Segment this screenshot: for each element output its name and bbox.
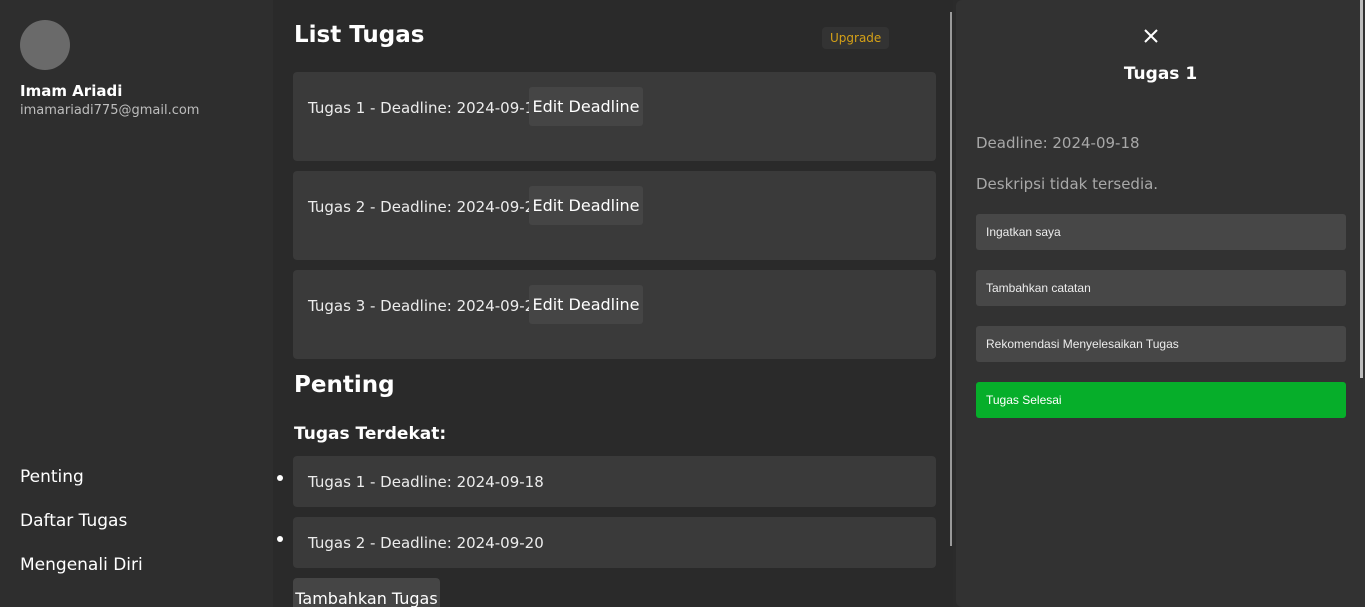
sidebar: Imam Ariadi imamariadi775@gmail.com Pent… <box>0 0 273 607</box>
main-scrollbar[interactable] <box>950 12 952 546</box>
task-card[interactable]: Tugas 3 - Deadline: 2024-09-22 Edit Dead… <box>293 270 936 359</box>
edit-deadline-button[interactable]: Edit Deadline <box>529 87 643 126</box>
recommendation-button[interactable]: Rekomendasi Menyelesaikan Tugas <box>976 326 1346 362</box>
list-item[interactable]: Tugas 1 - Deadline: 2024-09-18 <box>277 456 936 507</box>
list-item[interactable]: Tugas 2 - Deadline: 2024-09-20 <box>277 517 936 568</box>
edit-deadline-button[interactable]: Edit Deadline <box>529 186 643 225</box>
important-section-title: Penting <box>294 372 395 398</box>
detail-deadline: Deadline: 2024-09-18 <box>976 134 1140 152</box>
add-note-button[interactable]: Tambahkan catatan <box>976 270 1346 306</box>
task-card[interactable]: Tugas 1 - Deadline: 2024-09-18 Edit Dead… <box>293 72 936 161</box>
avatar[interactable] <box>20 20 70 70</box>
task-done-button[interactable]: Tugas Selesai <box>976 382 1346 418</box>
main-content: List Tugas Upgrade Tugas 1 - Deadline: 2… <box>273 0 953 607</box>
task-card[interactable]: Tugas 2 - Deadline: 2024-09-20 Edit Dead… <box>293 171 936 260</box>
page-title: List Tugas <box>294 22 425 48</box>
sidebar-item-penting[interactable]: Penting <box>20 467 84 487</box>
upgrade-button[interactable]: Upgrade <box>822 27 890 49</box>
task-text: Tugas 1 - Deadline: 2024-09-18 <box>308 99 544 117</box>
bullet-icon <box>277 475 283 481</box>
user-name: Imam Ariadi <box>20 82 123 100</box>
sidebar-item-mengenali-diri[interactable]: Mengenali Diri <box>20 555 143 575</box>
bullet-icon <box>277 536 283 542</box>
task-text: Tugas 3 - Deadline: 2024-09-22 <box>308 297 544 315</box>
task-text: Tugas 2 - Deadline: 2024-09-20 <box>308 198 544 216</box>
user-email: imamariadi775@gmail.com <box>20 103 200 118</box>
task-text: Tugas 2 - Deadline: 2024-09-20 <box>308 534 544 552</box>
detail-scrollbar[interactable] <box>1360 0 1363 378</box>
detail-title: Tugas 1 <box>1123 64 1198 84</box>
detail-description: Deskripsi tidak tersedia. <box>976 175 1159 193</box>
nearest-tasks-title: Tugas Terdekat: <box>294 424 447 444</box>
close-icon[interactable] <box>1142 25 1160 47</box>
sidebar-item-daftar-tugas[interactable]: Daftar Tugas <box>20 511 127 531</box>
edit-deadline-button[interactable]: Edit Deadline <box>529 285 643 324</box>
remind-me-button[interactable]: Ingatkan saya <box>976 214 1346 250</box>
task-text: Tugas 1 - Deadline: 2024-09-18 <box>308 473 544 491</box>
add-task-button[interactable]: Tambahkan Tugas <box>293 578 440 607</box>
task-detail-panel: Tugas 1 Deadline: 2024-09-18 Deskripsi t… <box>956 0 1365 607</box>
